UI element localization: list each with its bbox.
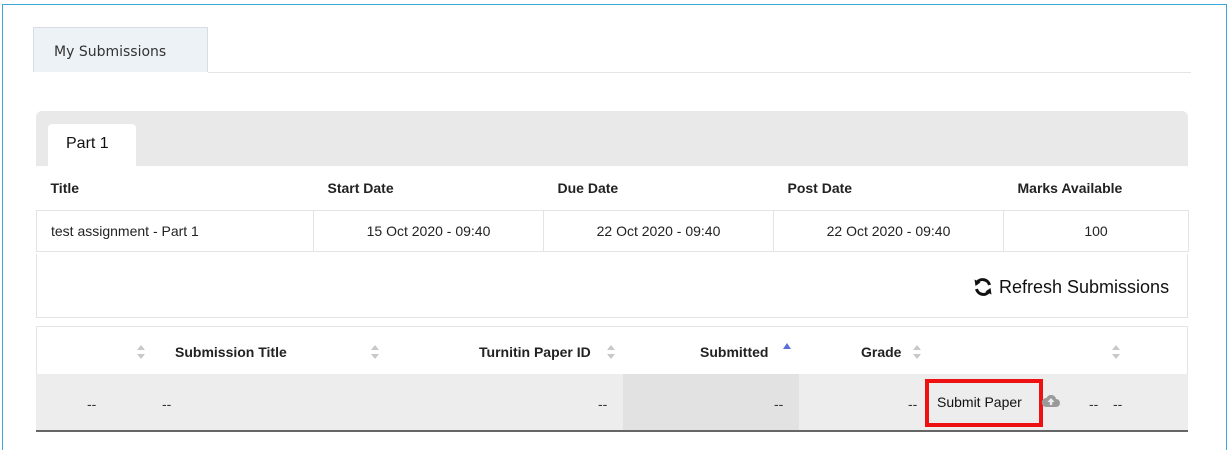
header-submission-title[interactable]: Submission Title [175, 344, 287, 360]
sort-ascending-icon[interactable] [783, 343, 791, 357]
refresh-submissions-label: Refresh Submissions [999, 276, 1170, 297]
header-turnitin-paper-id[interactable]: Turnitin Paper ID [479, 344, 591, 360]
start-date: 15 Oct 2020 - 09:40 [313, 210, 544, 252]
tab-my-submissions-label: My Submissions [54, 44, 167, 60]
tab-part-1-label: Part 1 [66, 135, 109, 152]
sort-icon[interactable] [913, 345, 921, 359]
header-title: Title [36, 166, 314, 211]
sort-icon[interactable] [607, 345, 615, 359]
header-post-date: Post Date [773, 166, 1004, 211]
table-bottom-border [36, 430, 1188, 432]
marks-available: 100 [1003, 210, 1189, 252]
refresh-icon [974, 278, 992, 296]
submit-paper-button[interactable]: Submit Paper [937, 394, 1022, 410]
assignment-title: test assignment - Part 1 [36, 210, 314, 252]
refresh-submissions-button[interactable]: Refresh Submissions [973, 274, 1187, 300]
submitted-cell: -- [774, 396, 784, 412]
row-cell: -- [1113, 396, 1123, 412]
tab-part-1[interactable]: Part 1 [48, 124, 136, 166]
sort-icon[interactable] [371, 345, 379, 359]
sort-icon[interactable] [137, 345, 145, 359]
tab-my-submissions[interactable]: My Submissions [33, 27, 208, 72]
refresh-panel: Refresh Submissions [36, 254, 1188, 318]
row-cell: -- [87, 396, 97, 412]
cloud-upload-icon[interactable] [1041, 393, 1061, 409]
submissions-table-header: Submission Title Turnitin Paper ID Submi… [36, 326, 1188, 374]
row-cell: -- [1089, 396, 1099, 412]
grade-cell: -- [908, 396, 918, 412]
part-tab-strip [36, 111, 1188, 166]
assignment-details-table: Title Start Date Due Date Post Date Mark… [36, 166, 1189, 252]
due-date: 22 Oct 2020 - 09:40 [543, 210, 774, 252]
assignment-table-header: Title Start Date Due Date Post Date Mark… [36, 166, 1189, 211]
header-grade[interactable]: Grade [861, 344, 901, 360]
table-row: test assignment - Part 1 15 Oct 2020 - 0… [36, 210, 1189, 252]
header-start-date: Start Date [313, 166, 544, 211]
sorted-column-cell [623, 374, 799, 430]
post-date: 22 Oct 2020 - 09:40 [773, 210, 1004, 252]
sort-icon[interactable] [1112, 345, 1120, 359]
submission-title-cell: -- [162, 396, 172, 412]
header-marks-available: Marks Available [1003, 166, 1189, 211]
header-submitted[interactable]: Submitted [700, 344, 768, 360]
header-due-date: Due Date [543, 166, 774, 211]
tab-divider [208, 72, 1191, 73]
paper-id-cell: -- [598, 396, 608, 412]
